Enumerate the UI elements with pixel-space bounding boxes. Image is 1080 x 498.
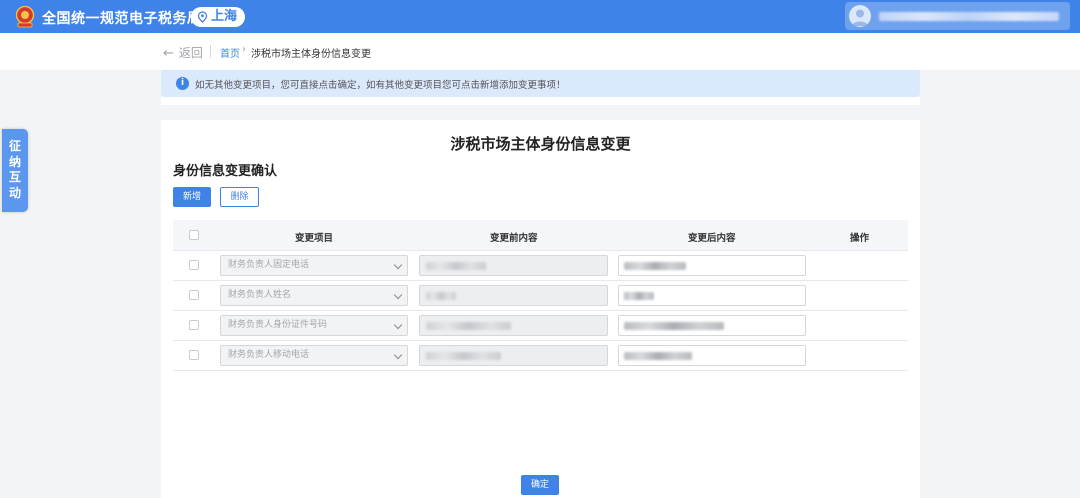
side-tab-char: 纳	[8, 154, 21, 169]
redacted-value	[624, 322, 724, 330]
redacted-value	[624, 352, 692, 360]
notice-text: 如无其他变更项目，您可直接点击确定，如有其他变更项目您可点击新增添加变更事项！	[195, 80, 566, 91]
side-tab-char: 动	[8, 185, 21, 200]
info-icon: i	[176, 77, 189, 90]
row-checkbox[interactable]	[189, 350, 199, 360]
column-header-actions: 操作	[850, 233, 870, 244]
change-item-select[interactable]: 财务负责人姓名	[220, 285, 408, 306]
arrow-left-icon: ←	[163, 46, 174, 61]
delete-button[interactable]: 删除	[220, 187, 259, 207]
after-value-input[interactable]	[618, 285, 806, 306]
site-title: 全国统一规范电子税务局	[42, 11, 202, 27]
region-selector[interactable]: 上海	[191, 7, 245, 27]
back-label: 返回	[178, 46, 203, 60]
back-button[interactable]: ← 返回	[163, 44, 203, 61]
redacted-value	[426, 322, 511, 330]
before-value-field	[419, 345, 608, 366]
row-checkbox[interactable]	[189, 320, 199, 330]
side-tab-char: 互	[8, 170, 21, 184]
breadcrumb-current: 涉税市场主体身份信息变更	[251, 49, 371, 60]
page-title: 涉税市场主体身份信息变更	[450, 135, 631, 153]
change-item-select[interactable]: 财务负责人固定电话	[220, 255, 408, 276]
change-item-select[interactable]: 财务负责人身份证件号码	[220, 315, 408, 336]
redacted-value	[426, 352, 501, 360]
location-pin-icon	[197, 11, 208, 23]
table-header: 变更项目 变更前内容 变更后内容 操作	[173, 220, 908, 251]
main-card: 涉税市场主体身份信息变更 身份信息变更确认 新增 删除 变更项目 变更前内容 变…	[161, 120, 920, 498]
column-header-before: 变更前内容	[490, 233, 538, 244]
change-item-value: 财务负责人移动电话	[228, 350, 310, 360]
breadcrumb-home-link[interactable]: 首页	[220, 45, 240, 60]
table-row: 财务负责人移动电话	[173, 340, 908, 371]
select-all-checkbox[interactable]	[189, 230, 199, 240]
confirm-button[interactable]: 确定	[521, 475, 559, 495]
user-menu[interactable]	[845, 2, 1070, 30]
column-header-item: 变更项目	[295, 233, 334, 244]
table-row: 财务负责人身份证件号码	[173, 310, 908, 341]
change-item-value: 财务负责人身份证件号码	[228, 320, 328, 330]
chevron-down-icon	[393, 260, 403, 270]
redacted-value	[426, 292, 456, 300]
chevron-down-icon	[393, 290, 403, 300]
side-tab-char: 征	[8, 139, 21, 153]
user-avatar-icon	[849, 5, 871, 27]
before-value-field	[419, 255, 608, 276]
redacted-value	[624, 262, 686, 270]
change-item-select[interactable]: 财务负责人移动电话	[220, 345, 408, 366]
change-item-value: 财务负责人姓名	[228, 290, 292, 300]
column-header-after: 变更后内容	[688, 233, 736, 244]
before-value-field	[419, 315, 608, 336]
redacted-value	[624, 292, 654, 300]
info-notice: i 如无其他变更项目，您可直接点击确定，如有其他变更项目您可点击新增添加变更事项…	[161, 70, 920, 97]
change-item-value: 财务负责人固定电话	[228, 260, 310, 270]
after-value-input[interactable]	[618, 315, 806, 336]
row-checkbox[interactable]	[189, 260, 199, 270]
before-value-field	[419, 285, 608, 306]
after-value-input[interactable]	[618, 345, 806, 366]
user-name-redacted	[879, 12, 1059, 21]
national-emblem-icon	[15, 5, 35, 28]
breadcrumb-divider	[210, 45, 211, 58]
breadcrumb: ← 返回 首页 › 涉税市场主体身份信息变更	[0, 33, 1080, 70]
region-label: 上海	[211, 9, 238, 24]
chevron-right-icon: ›	[242, 44, 246, 55]
row-checkbox[interactable]	[189, 290, 199, 300]
after-value-input[interactable]	[618, 255, 806, 276]
top-bar: 全国统一规范电子税务局 上海	[0, 0, 1080, 33]
chevron-down-icon	[393, 320, 403, 330]
chevron-down-icon	[393, 350, 403, 360]
table-row: 财务负责人固定电话	[173, 250, 908, 281]
table-row: 财务负责人姓名	[173, 280, 908, 311]
notice-spacer	[161, 97, 920, 105]
section-title: 身份信息变更确认	[173, 164, 278, 179]
redacted-value	[426, 262, 486, 270]
interaction-side-tab[interactable]: 征 纳 互 动	[2, 129, 28, 212]
add-button[interactable]: 新增	[173, 187, 211, 207]
